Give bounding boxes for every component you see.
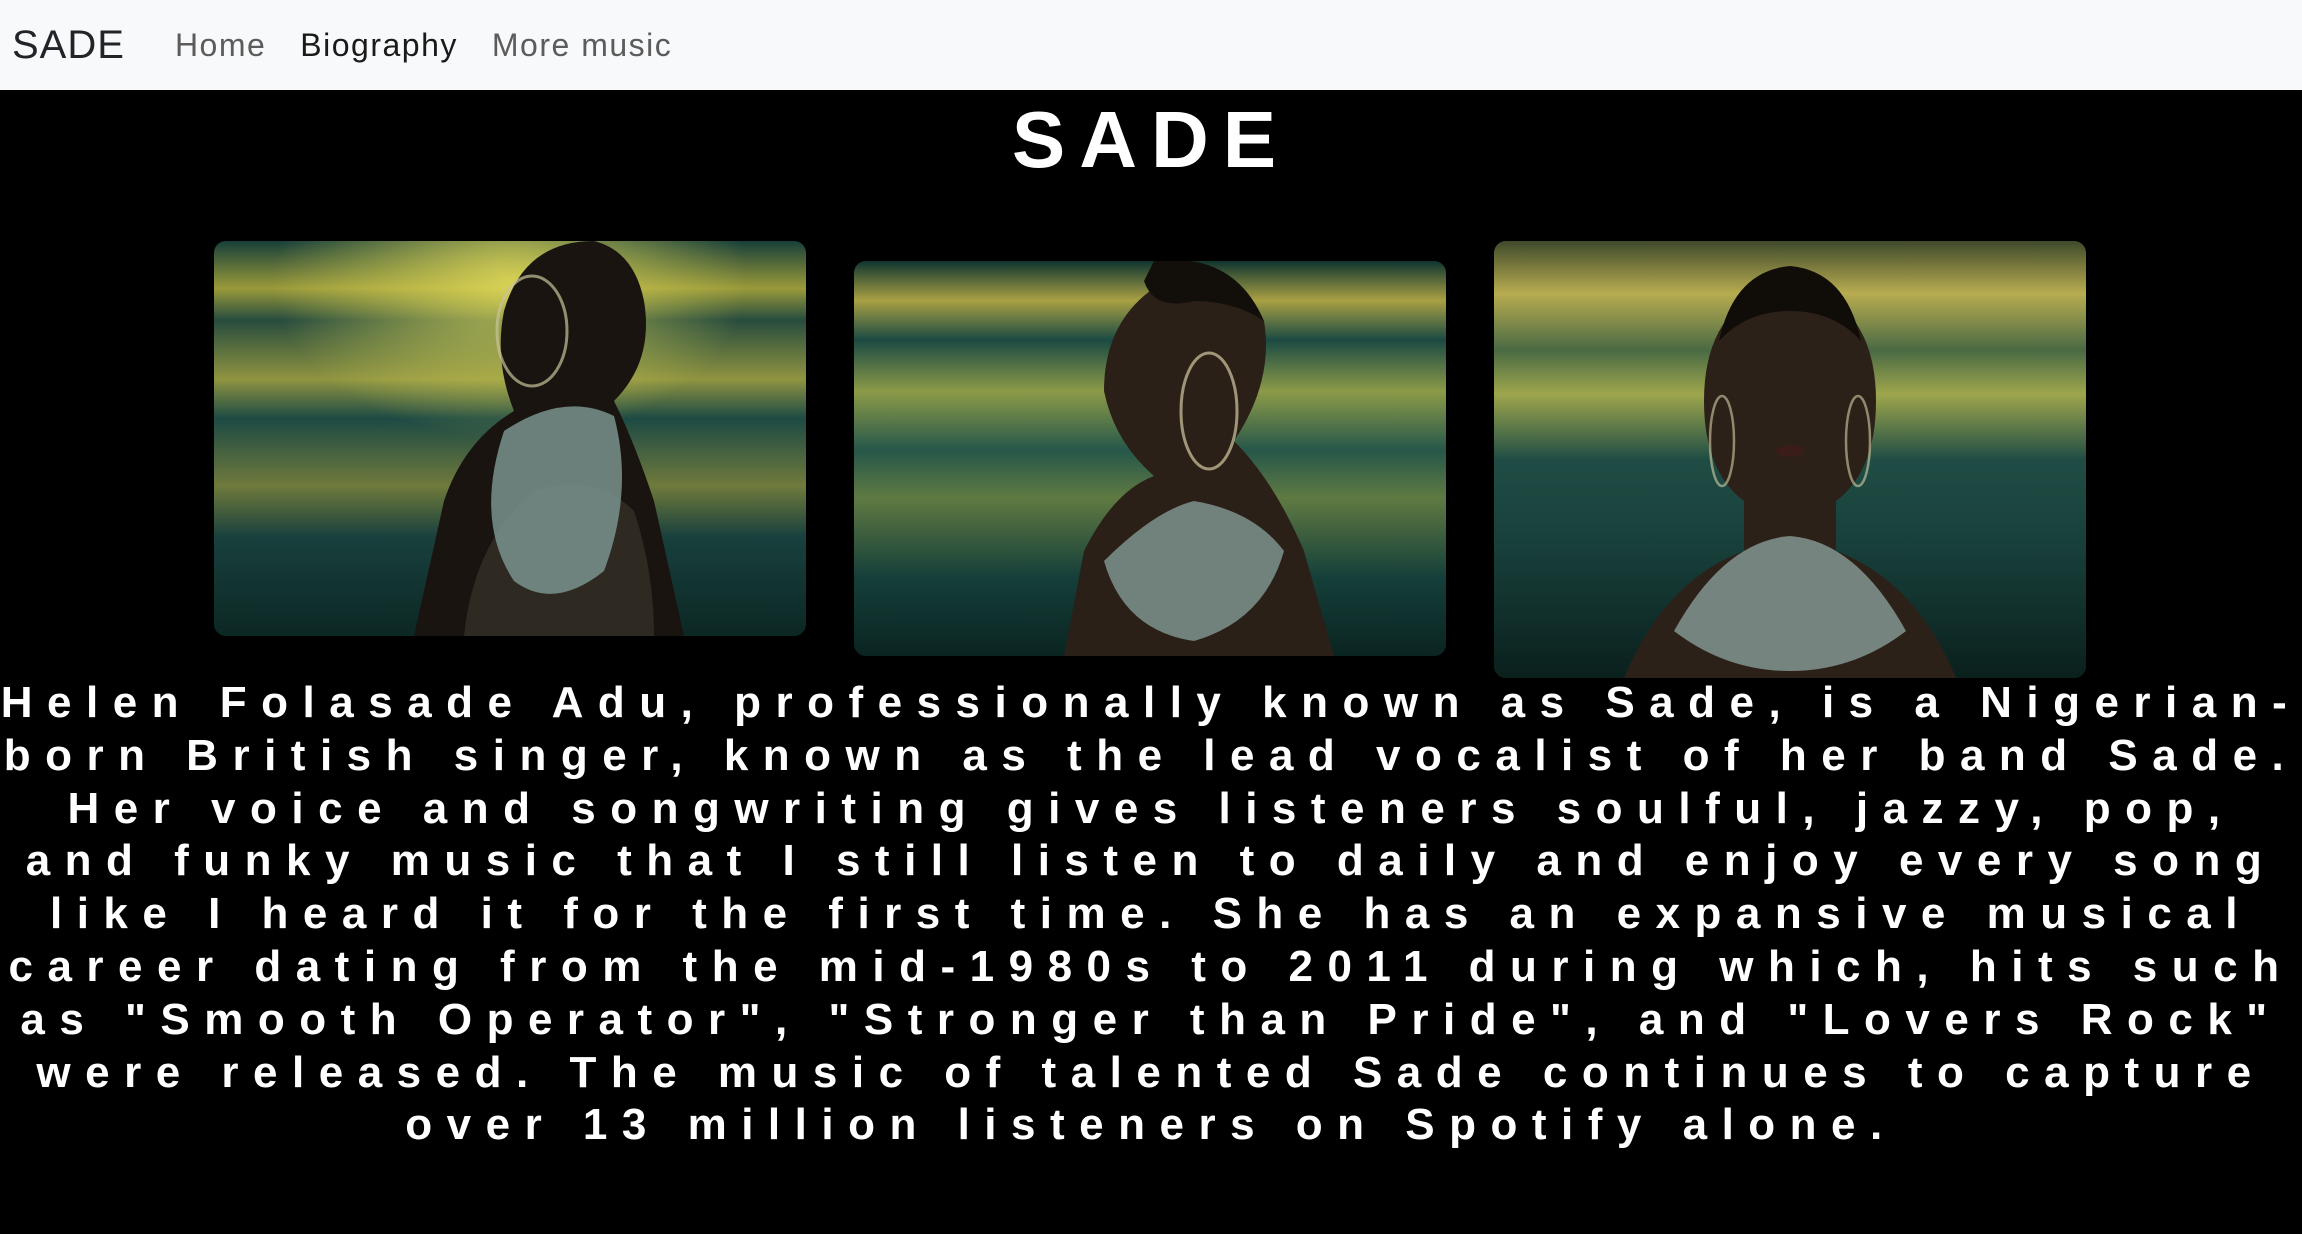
nav-link-biography[interactable]: Biography — [300, 27, 458, 64]
nav-link-home[interactable]: Home — [175, 27, 266, 64]
navbar-brand[interactable]: SADE — [12, 23, 125, 68]
nav-link-more-music[interactable]: More music — [492, 27, 672, 64]
biography-text: Helen Folasade Adu, professionally known… — [0, 678, 2302, 1150]
main-content: SADE Helen Folasade Adu, professionally … — [0, 90, 2302, 1234]
photo-profile — [214, 241, 806, 636]
photo-three-quarter — [854, 261, 1446, 656]
nav-links: Home Biography More music — [175, 27, 706, 64]
page-title: SADE — [1011, 95, 1291, 184]
photo-frontal — [1494, 241, 2086, 678]
navbar: SADE Home Biography More music — [0, 0, 2302, 90]
